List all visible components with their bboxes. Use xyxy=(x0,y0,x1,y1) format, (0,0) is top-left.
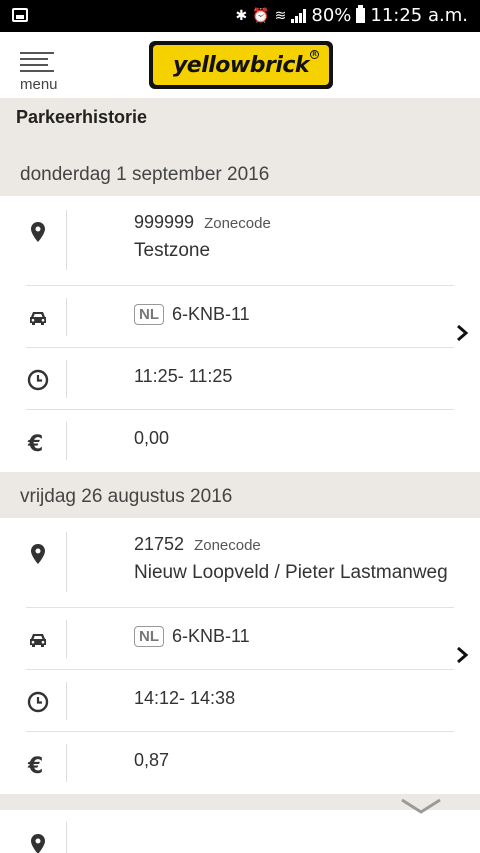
row-separator xyxy=(66,822,67,853)
date-header: donderdag 1 september 2016 xyxy=(0,156,480,196)
row-separator xyxy=(66,532,67,592)
time-row: 11:25- 11:25 xyxy=(0,348,480,410)
row-separator xyxy=(66,298,67,336)
logo-text: yellowbrick xyxy=(172,52,310,78)
row-separator xyxy=(66,744,67,782)
zone-name: Nieuw Loopveld / Pieter Lastmanweg xyxy=(134,562,448,583)
zone-code-value: 999999 xyxy=(134,212,195,232)
clock-icon xyxy=(27,691,49,713)
row-separator xyxy=(66,210,67,270)
row-separator xyxy=(66,360,67,398)
parking-entry[interactable]: 21752 Zonecode Nieuw Loopveld / Pieter La… xyxy=(0,518,480,794)
zone-code-label: Zonecode xyxy=(204,215,271,232)
plate-number: 6-KNB-11 xyxy=(172,304,250,324)
status-bar: ✱ ⏰ ≋ 80% 11:25 a.m. xyxy=(0,0,480,32)
hamburger-icon xyxy=(20,52,54,76)
euro-icon: € xyxy=(27,432,43,454)
car-icon xyxy=(30,634,46,647)
bluetooth-icon: ✱ xyxy=(235,7,248,24)
location-pin-icon xyxy=(31,222,45,242)
svg-text:€: € xyxy=(27,754,43,776)
country-code: NL xyxy=(134,626,164,647)
page-title: Parkeerhistorie xyxy=(16,107,148,127)
parking-time: 14:12- 14:38 xyxy=(134,688,236,708)
row-separator xyxy=(66,682,67,720)
cost-row: € 0,87 xyxy=(0,732,480,794)
wifi-icon: ≋ xyxy=(274,7,287,24)
clock: 11:25 a.m. xyxy=(370,5,468,26)
entry-date: vrijdag 26 augustus 2016 xyxy=(20,486,233,507)
date-header: vrijdag 26 augustus 2016 xyxy=(0,478,480,518)
location-pin-icon xyxy=(31,834,45,853)
zone-code: 999999 Zonecode xyxy=(134,212,271,233)
spacer xyxy=(0,472,480,478)
parking-entry[interactable]: 999999 Zonecode Testzone NL 6-KNB-11 11:25… xyxy=(0,196,480,472)
status-indicators: ✱ ⏰ ≋ 80% 11:25 a.m. xyxy=(235,5,468,26)
zone-row: 21752 Zonecode Nieuw Loopveld / Pieter La… xyxy=(0,518,480,608)
cost-row: € 0,00 xyxy=(0,410,480,472)
location-pin-icon xyxy=(31,544,45,564)
menu-button[interactable]: menu xyxy=(18,48,68,94)
country-code: NL xyxy=(134,304,164,325)
clock-icon xyxy=(27,369,49,391)
yellowbrick-logo: yellowbrick R xyxy=(149,41,333,89)
zone-row xyxy=(0,810,480,853)
row-separator xyxy=(66,620,67,658)
vehicle-plate: NL 6-KNB-11 xyxy=(134,304,250,325)
signal-icon xyxy=(291,8,307,23)
car-icon xyxy=(30,312,46,325)
alarm-icon: ⏰ xyxy=(252,7,270,24)
battery-icon xyxy=(356,5,366,23)
zone-name: Testzone xyxy=(134,240,211,261)
vehicle-plate: NL 6-KNB-11 xyxy=(134,626,250,647)
vehicle-row: NL 6-KNB-11 xyxy=(0,286,480,348)
vehicle-row: NL 6-KNB-11 xyxy=(0,608,480,670)
plate-number: 6-KNB-11 xyxy=(172,626,250,646)
zone-code: 21752 Zonecode xyxy=(134,534,261,555)
zone-row: 999999 Zonecode Testzone xyxy=(0,196,480,286)
row-separator xyxy=(66,422,67,460)
parking-cost: 0,87 xyxy=(134,750,170,770)
app-header: menu yellowbrick R xyxy=(0,32,480,98)
chevron-right-icon[interactable] xyxy=(454,323,470,343)
parking-time: 11:25- 11:25 xyxy=(134,366,233,386)
battery-percent: 80% xyxy=(311,5,352,26)
svg-text:€: € xyxy=(27,432,43,454)
euro-icon: € xyxy=(27,754,43,776)
menu-label: menu xyxy=(20,76,58,93)
chevron-right-icon[interactable] xyxy=(454,645,470,665)
spacer xyxy=(0,144,480,156)
registered-mark: R xyxy=(310,50,319,59)
parking-entry[interactable] xyxy=(0,810,480,853)
page-title-bar: Parkeerhistorie xyxy=(0,98,480,144)
image-notification-icon xyxy=(12,8,28,22)
entry-date: donderdag 1 september 2016 xyxy=(20,164,270,185)
zone-code-label: Zonecode xyxy=(194,537,261,554)
zone-code-value: 21752 xyxy=(134,534,185,554)
time-row: 14:12- 14:38 xyxy=(0,670,480,732)
parking-cost: 0,00 xyxy=(134,428,170,448)
chevron-down-icon[interactable] xyxy=(400,797,442,815)
